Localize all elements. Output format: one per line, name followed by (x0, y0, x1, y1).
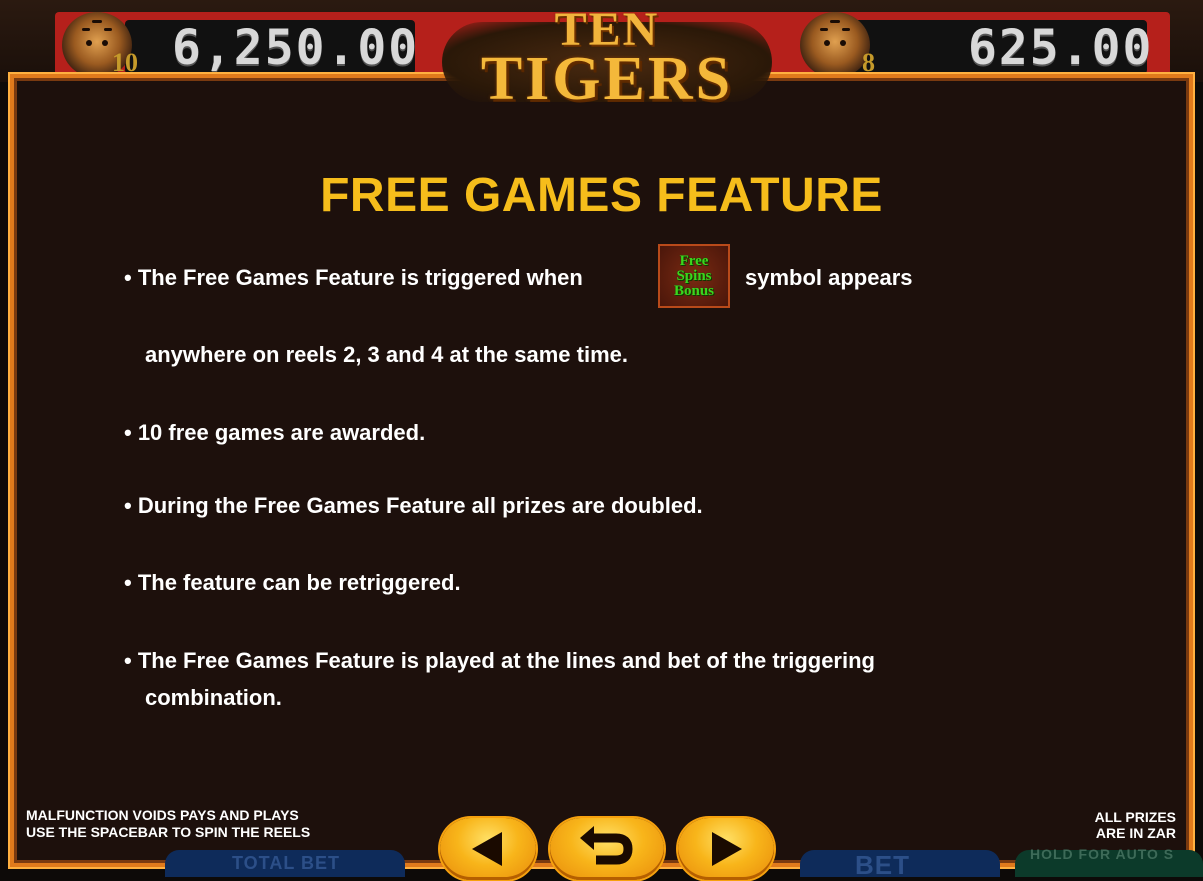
symbol-text-free: Free (679, 252, 709, 269)
footer-disclaimer: MALFUNCTION VOIDS PAYS AND PLAYS USE THE… (26, 807, 310, 841)
disclaimer-malfunction: MALFUNCTION VOIDS PAYS AND PLAYS (26, 807, 299, 823)
rule-retrigger: • The feature can be retriggered. (124, 570, 461, 595)
tiger-head-icon (800, 12, 870, 78)
rule-trigger-continuation: anywhere on reels 2, 3 and 4 at the same… (145, 342, 628, 367)
rule-games-awarded: • 10 free games are awarded. (124, 420, 426, 445)
rule-lines-and-bet: • The Free Games Feature is played at th… (124, 648, 875, 673)
return-to-game-button[interactable] (550, 818, 664, 880)
footer-currency: ALL PRIZES ARE IN ZAR (1060, 809, 1176, 841)
bet-label: BET (855, 850, 910, 880)
jackpot-value-right: 625.00 (968, 20, 1154, 76)
symbol-text-bonus: Bonus (673, 282, 715, 299)
rule-trigger-text: • The Free Games Feature is triggered wh… (124, 265, 583, 290)
auto-spin-label: HOLD FOR AUTO S (1030, 846, 1175, 862)
currency-line1: ALL PRIZES (1094, 809, 1176, 825)
rule-lines-and-bet-continuation: combination. (145, 685, 282, 710)
jackpot-value-left: 6,250.00 (172, 20, 420, 76)
currency-line2: ARE IN ZAR (1095, 825, 1176, 841)
page-title: FREE GAMES FEATURE (320, 169, 883, 222)
total-bet-label: TOTAL BET (232, 853, 340, 873)
triangle-right-icon (712, 832, 742, 866)
symbol-text-spins: Spins (676, 267, 712, 284)
return-arrow-icon (580, 826, 633, 865)
rule-trigger-text-after: symbol appears (745, 265, 913, 290)
disclaimer-spacebar: USE THE SPACEBAR TO SPIN THE REELS (26, 824, 311, 840)
next-page-button[interactable] (678, 818, 774, 880)
logo-text-tigers: TIGERS (480, 45, 734, 113)
rule-prizes-doubled: • During the Free Games Feature all priz… (124, 493, 703, 518)
previous-page-button[interactable] (440, 818, 536, 880)
game-logo: TEN TIGERS (422, 0, 792, 118)
free-spins-bonus-symbol: Free Spins Bonus (658, 244, 730, 308)
triangle-left-icon (472, 832, 502, 866)
